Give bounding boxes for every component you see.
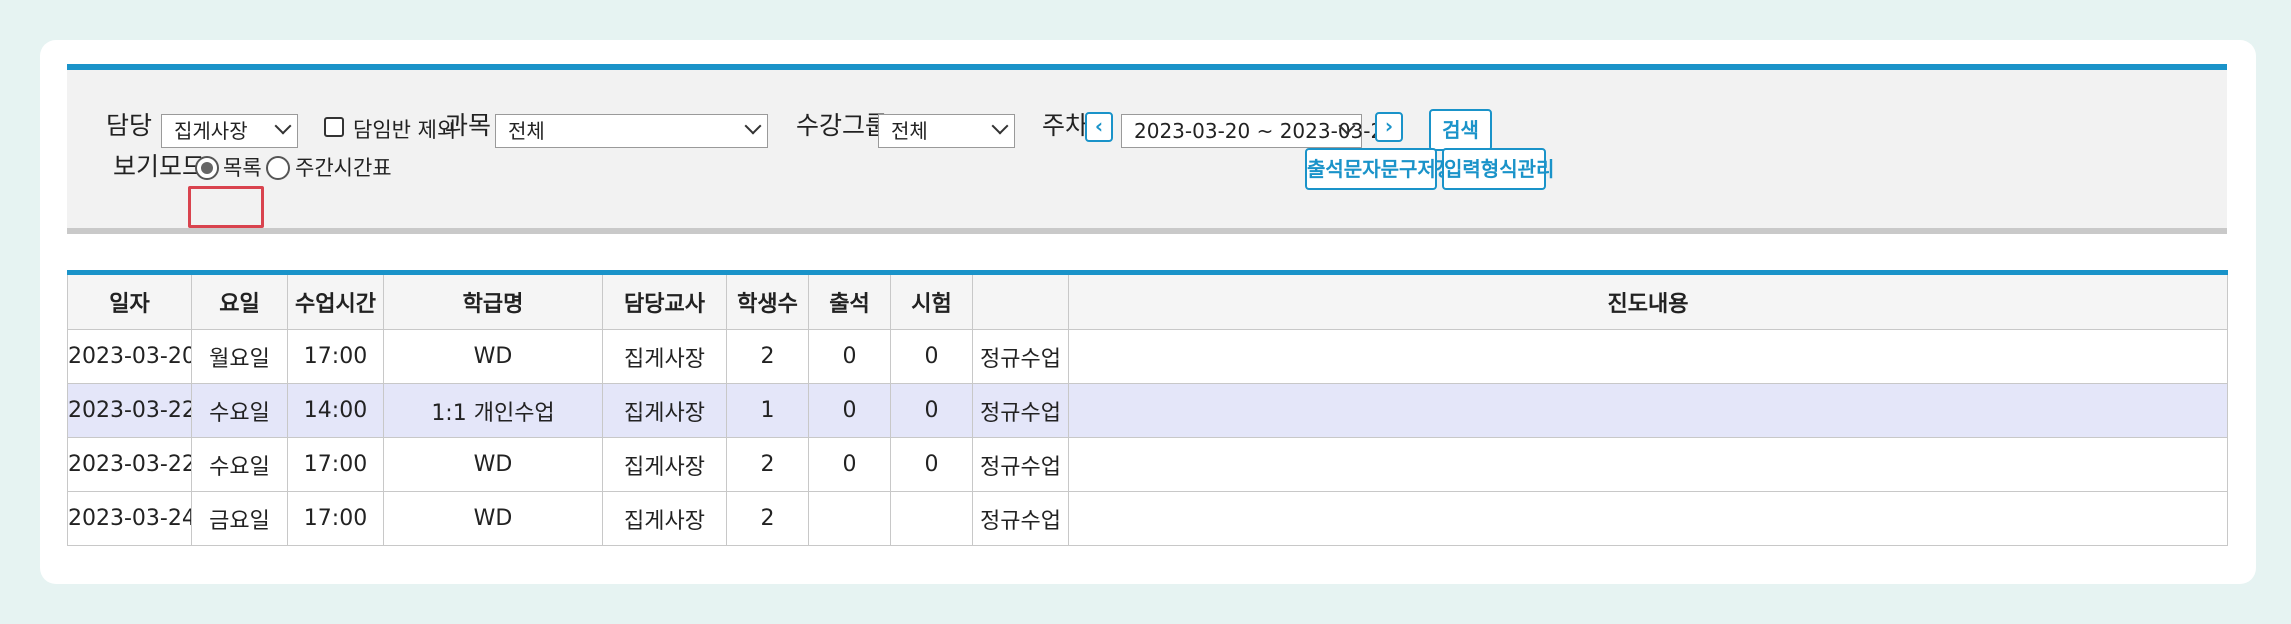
cell-exam: 0 bbox=[890, 329, 973, 384]
search-button[interactable]: 검색 bbox=[1429, 109, 1492, 151]
cell-progress bbox=[1068, 437, 2228, 492]
header-date: 일자 bbox=[67, 272, 192, 330]
cell-date: 2023-03-24 bbox=[67, 491, 192, 546]
header-attendance: 출석 bbox=[808, 272, 891, 330]
class-table: 일자 요일 수업시간 학급명 담당교사 학생수 출석 시험 진도내용 2023-… bbox=[67, 270, 2228, 546]
cell-day: 수요일 bbox=[191, 383, 288, 438]
save-attendance-sms-button[interactable]: 출석문자문구저장 bbox=[1305, 148, 1454, 190]
cell-progress bbox=[1068, 383, 2228, 438]
chevron-down-icon bbox=[744, 117, 762, 135]
header-teacher: 담당교사 bbox=[602, 272, 727, 330]
chevron-down-icon bbox=[274, 117, 292, 135]
view-mode-highlight bbox=[188, 186, 264, 228]
cell-teacher: 집게사장 bbox=[602, 383, 727, 438]
main-card: 담당 집게사장 담임반 제외 과목 전체 수강그룹 전체 주차 ‹ 2023-0… bbox=[40, 40, 2256, 584]
cell-exam: 0 bbox=[890, 383, 973, 438]
table-row[interactable]: 2023-03-22 수요일 14:00 1:1 개인수업 집게사장 1 0 0… bbox=[67, 383, 2228, 438]
cell-class-time: 17:00 bbox=[287, 329, 384, 384]
teacher-label: 담당 bbox=[106, 111, 153, 140]
cell-day: 금요일 bbox=[191, 491, 288, 546]
cell-type: 정규수업 bbox=[972, 329, 1069, 384]
header-day: 요일 bbox=[191, 272, 288, 330]
subject-select[interactable]: 전체 bbox=[495, 114, 768, 148]
chevron-down-icon bbox=[991, 117, 1009, 135]
view-weekly-label: 주간시간표 bbox=[295, 156, 392, 180]
cell-class-name: WD bbox=[383, 437, 603, 492]
prev-week-button[interactable]: ‹ bbox=[1085, 112, 1113, 142]
cell-class-name: WD bbox=[383, 329, 603, 384]
next-week-button[interactable]: › bbox=[1375, 112, 1403, 142]
cell-teacher: 집게사장 bbox=[602, 329, 727, 384]
chevron-left-icon: ‹ bbox=[1094, 114, 1104, 138]
teacher-select-value: 집게사장 bbox=[174, 119, 248, 143]
view-list-label: 목록 bbox=[223, 156, 262, 180]
cell-teacher: 집게사장 bbox=[602, 491, 727, 546]
cell-class-time: 17:00 bbox=[287, 491, 384, 546]
teacher-select[interactable]: 집게사장 bbox=[161, 114, 298, 148]
course-group-select-value: 전체 bbox=[891, 119, 928, 143]
cell-type: 정규수업 bbox=[972, 437, 1069, 492]
cell-exam bbox=[890, 491, 973, 546]
week-select[interactable]: 2023-03-20 ~ 2023-03-26 bbox=[1121, 114, 1396, 148]
header-class-time: 수업시간 bbox=[287, 272, 384, 330]
view-list-radio[interactable] bbox=[195, 156, 219, 180]
cell-class-time: 14:00 bbox=[287, 383, 384, 438]
week-select-value: 2023-03-20 ~ 2023-03-26 bbox=[1134, 119, 1396, 143]
cell-date: 2023-03-22 bbox=[67, 437, 192, 492]
filter-panel bbox=[67, 64, 2227, 234]
view-weekly-radio[interactable] bbox=[266, 156, 290, 180]
cell-student-count: 2 bbox=[726, 437, 809, 492]
header-class-name: 학급명 bbox=[383, 272, 603, 330]
course-group-select[interactable]: 전체 bbox=[878, 114, 1015, 148]
cell-class-name: WD bbox=[383, 491, 603, 546]
cell-day: 수요일 bbox=[191, 437, 288, 492]
cell-attendance: 0 bbox=[808, 329, 891, 384]
cell-date: 2023-03-20 bbox=[67, 329, 192, 384]
cell-student-count: 1 bbox=[726, 383, 809, 438]
table-row[interactable]: 2023-03-20 월요일 17:00 WD 집게사장 2 0 0 정규수업 bbox=[67, 329, 2228, 384]
cell-progress bbox=[1068, 329, 2228, 384]
input-format-button[interactable]: 입력형식관리 bbox=[1442, 148, 1554, 190]
header-type bbox=[972, 272, 1069, 330]
chevron-right-icon: › bbox=[1384, 114, 1394, 138]
cell-exam: 0 bbox=[890, 437, 973, 492]
subject-select-value: 전체 bbox=[508, 119, 545, 143]
cell-student-count: 2 bbox=[726, 329, 809, 384]
course-group-label: 수강그룹 bbox=[796, 111, 889, 140]
table-row[interactable]: 2023-03-22 수요일 17:00 WD 집게사장 2 0 0 정규수업 bbox=[67, 437, 2228, 492]
week-label: 주차 bbox=[1042, 111, 1089, 140]
header-exam: 시험 bbox=[890, 272, 973, 330]
table-row[interactable]: 2023-03-24 금요일 17:00 WD 집게사장 2 정규수업 bbox=[67, 491, 2228, 546]
subject-label: 과목 bbox=[445, 111, 492, 140]
cell-attendance bbox=[808, 491, 891, 546]
exclude-homeroom-label: 담임반 제외 bbox=[353, 118, 457, 142]
view-mode-label: 보기모드 bbox=[113, 152, 206, 181]
header-student-count: 학생수 bbox=[726, 272, 809, 330]
cell-date: 2023-03-22 bbox=[67, 383, 192, 438]
cell-class-name: 1:1 개인수업 bbox=[383, 383, 603, 438]
cell-teacher: 집게사장 bbox=[602, 437, 727, 492]
cell-attendance: 0 bbox=[808, 437, 891, 492]
cell-student-count: 2 bbox=[726, 491, 809, 546]
table-header-row: 일자 요일 수업시간 학급명 담당교사 학생수 출석 시험 진도내용 bbox=[67, 272, 2228, 330]
cell-class-time: 17:00 bbox=[287, 437, 384, 492]
cell-type: 정규수업 bbox=[972, 491, 1069, 546]
cell-type: 정규수업 bbox=[972, 383, 1069, 438]
cell-day: 월요일 bbox=[191, 329, 288, 384]
cell-attendance: 0 bbox=[808, 383, 891, 438]
cell-progress bbox=[1068, 491, 2228, 546]
header-progress: 진도내용 bbox=[1068, 272, 2228, 330]
exclude-homeroom-checkbox[interactable] bbox=[324, 117, 344, 137]
